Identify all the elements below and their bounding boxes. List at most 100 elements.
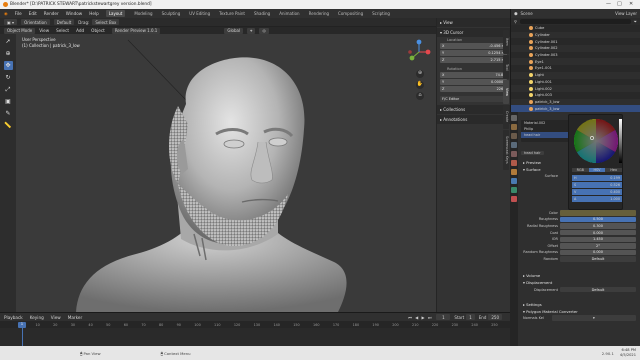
vp-menu-add[interactable]: Add (76, 28, 84, 33)
tab-shading[interactable]: Shading (254, 11, 270, 16)
close-button[interactable]: ✕ (629, 1, 633, 7)
tab-screencast-keys[interactable]: Screencast Keys (503, 130, 509, 170)
transform-orientation-dropdown[interactable]: Global (224, 27, 244, 34)
scene-props-icon[interactable] (511, 151, 517, 157)
start-frame-field[interactable]: 1 (466, 314, 475, 320)
modifier-props-icon[interactable] (511, 178, 517, 184)
tab-uv-editing[interactable]: UV Editing (189, 11, 210, 16)
vp-menu-select[interactable]: Select (56, 28, 69, 33)
list-item[interactable]: Light.003 (511, 92, 640, 99)
default-dropdown[interactable]: Default (53, 19, 75, 25)
material-name-field[interactable]: head hair (521, 151, 544, 155)
proportional-edit-toggle[interactable]: ◎ (259, 27, 269, 34)
annotations-section-header[interactable]: ▸ Annotations (437, 115, 510, 124)
navigation-gizmo[interactable] (406, 39, 432, 65)
cursor-rotation-z[interactable]: Z 226° (440, 86, 507, 92)
tab-texture-paint[interactable]: Texture Paint (219, 11, 245, 16)
color-wheel[interactable] (573, 118, 619, 164)
cursor-section-header[interactable]: ▾ 3D Cursor (437, 28, 510, 37)
tab-rendering[interactable]: Rendering (309, 11, 329, 16)
prop-value[interactable]: 2° (560, 243, 636, 249)
snap-toggle[interactable]: ⌖ (247, 27, 256, 34)
view-section-header[interactable]: ▸ View (437, 18, 510, 27)
tab-item[interactable]: Item (503, 30, 509, 54)
funnel-icon[interactable]: ⏷ (634, 19, 637, 24)
alpha-field[interactable]: A 1.000 (572, 196, 622, 202)
vp-menu-object[interactable]: Object (91, 28, 105, 33)
prop-value[interactable]: Default (560, 286, 636, 293)
cursor-rotation-x[interactable]: X 74.8° (440, 72, 507, 78)
camera-view-icon[interactable]: ⌂ (416, 92, 424, 100)
tab-compositing[interactable]: Compositing (338, 11, 363, 16)
list-item[interactable]: patrick_3_low (511, 105, 640, 112)
orientation-dropdown[interactable]: Orientation (21, 19, 50, 25)
scene-name[interactable]: Scene (521, 11, 533, 16)
rotate-tool-icon[interactable]: ↻ (4, 73, 13, 82)
timeline-menu-view[interactable]: View (51, 315, 61, 320)
saturation-field[interactable]: S 0.526 (572, 182, 622, 188)
menu-help[interactable]: Help (89, 11, 99, 16)
prop-value[interactable]: 0.000 (560, 229, 636, 236)
vp-menu-view[interactable]: View (39, 28, 49, 33)
timeline-menu-keying[interactable]: Keying (30, 315, 44, 320)
outliner-search-input[interactable] (519, 19, 631, 24)
hue-field[interactable]: H 0.199 (572, 175, 622, 181)
fc-editor-dropdown[interactable]: F/C Editor▾ (440, 96, 507, 102)
view-layer-name[interactable]: View Layer (615, 11, 637, 16)
cursor-tool-icon[interactable]: ⊕ (4, 49, 13, 58)
converter-section[interactable]: ▾ Polygon Material Converter (511, 308, 640, 315)
collections-section-header[interactable]: ▸ Collections (437, 105, 510, 114)
list-item[interactable]: Light.001 (511, 79, 640, 86)
mode-rgb[interactable]: RGB (572, 168, 589, 172)
end-frame-field[interactable]: 250 (488, 314, 502, 320)
list-item[interactable]: Cube (511, 25, 640, 32)
volume-section[interactable]: ▸ Volume (511, 272, 640, 279)
menu-render[interactable]: Render (44, 11, 59, 16)
scale-tool-icon[interactable]: ⤢ (4, 85, 13, 94)
measure-tool-icon[interactable]: 📏 (4, 121, 13, 130)
prop-value[interactable]: 0.500 (560, 216, 636, 223)
menu-file[interactable]: File (15, 11, 22, 16)
transform-tool-icon[interactable]: ▣ (4, 97, 13, 106)
select-box-dropdown[interactable]: Select Box (92, 19, 120, 25)
tool-props-icon[interactable] (511, 115, 517, 121)
render-preview-dropdown[interactable]: Render Preview 1.0.1 (111, 27, 161, 34)
tab-modeling[interactable]: Modeling (134, 11, 152, 16)
timeline-menu-marker[interactable]: Marker (68, 315, 82, 320)
mode-dropdown[interactable]: Object Mode (4, 27, 36, 34)
list-item[interactable]: Eye1.001 (511, 65, 640, 72)
prop-value[interactable]: 0.000 (560, 249, 636, 256)
prop-value[interactable]: 1.450 (560, 236, 636, 243)
settings-section[interactable]: ▸ Settings (511, 301, 640, 308)
tab-scripting[interactable]: Scripting (372, 11, 390, 16)
menu-edit[interactable]: Edit (29, 11, 37, 16)
cursor-rotation-y[interactable]: Y 0.0000° (440, 79, 507, 85)
filter-icon[interactable]: ⚲ (514, 19, 517, 24)
list-item[interactable]: patrick_3_low (511, 98, 640, 106)
current-frame-field[interactable]: 1 (436, 314, 451, 320)
world-props-icon[interactable] (511, 160, 517, 166)
physics-props-icon[interactable] (511, 187, 517, 193)
render-props-icon[interactable] (511, 124, 517, 130)
list-item[interactable]: Cylinder (511, 31, 640, 39)
maximize-button[interactable]: □ (617, 1, 622, 7)
tab-layout[interactable]: Layout (105, 10, 126, 17)
value-field[interactable]: V 0.400 (572, 189, 622, 195)
tab-create[interactable]: Create (503, 105, 509, 129)
timeline-menu-playback[interactable]: Playback (4, 315, 23, 320)
annotate-tool-icon[interactable]: ✎ (4, 109, 13, 118)
tab-animation[interactable]: Animation (279, 11, 299, 16)
cursor-location-x[interactable]: X -0.456 m (440, 43, 507, 49)
tab-sculpting[interactable]: Sculpting (162, 11, 181, 16)
menu-window[interactable]: Window (66, 11, 83, 16)
frame-ruler[interactable]: 1 0 10 20 30 40 50 60 70 80 90 100 110 1… (0, 321, 510, 328)
list-item[interactable]: Eye1 (511, 58, 640, 66)
tweak-tool-icon[interactable]: ➚ (4, 37, 13, 46)
cursor-location-y[interactable]: Y 0.1254 m (440, 50, 507, 56)
output-props-icon[interactable] (511, 133, 517, 139)
mode-hsv[interactable]: HSV (588, 168, 606, 172)
object-props-icon[interactable] (511, 169, 517, 175)
color-swatch[interactable] (560, 210, 636, 216)
3d-viewport[interactable]: User Perspective (1) Collection | patric… (16, 34, 436, 312)
color-picker-popup[interactable]: RGB HSV Hex H 0.199 S 0.526 V 0.400 A 1.000 (568, 114, 623, 210)
